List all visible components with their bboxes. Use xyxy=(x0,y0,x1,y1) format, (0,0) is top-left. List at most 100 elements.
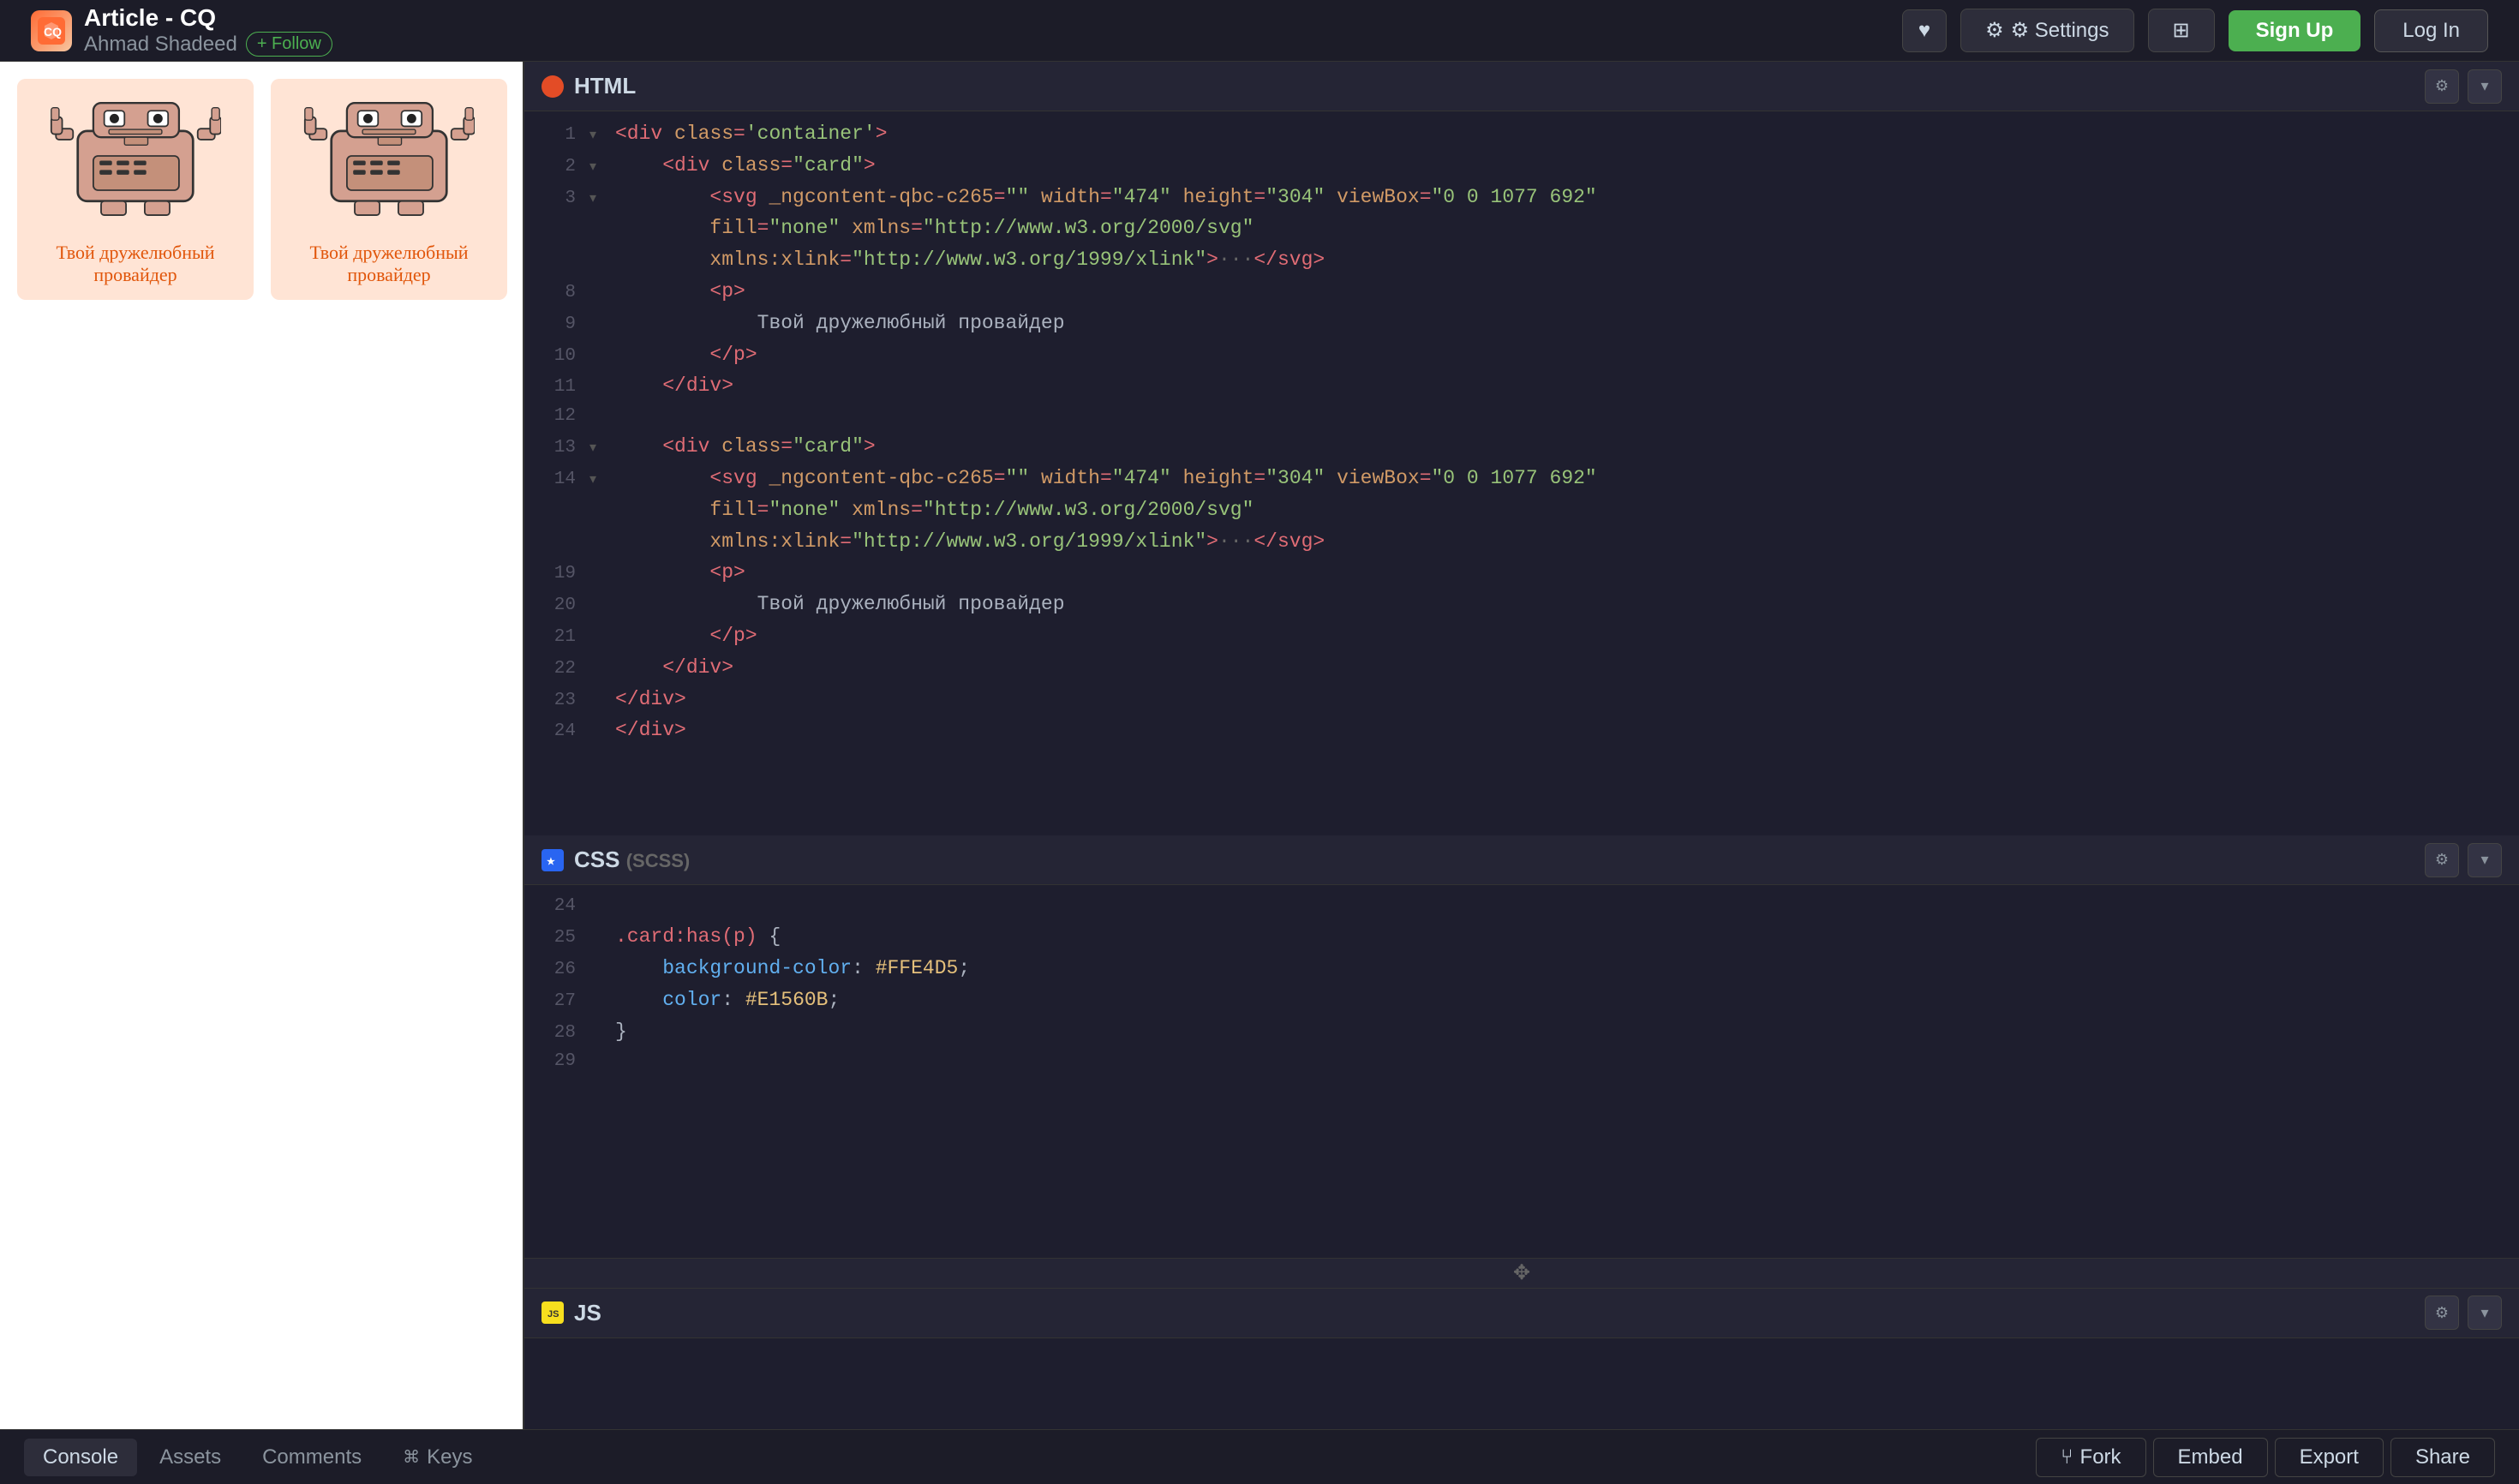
code-line-11: 11 </div> xyxy=(524,370,2519,402)
html-header: HTML ⚙ ▾ xyxy=(524,62,2519,111)
html-title: HTML xyxy=(541,73,636,99)
fork-icon: ⑂ xyxy=(2061,1445,2073,1469)
bottom-bar: Console Assets Comments ⌘ Keys ⑂ Fork Em… xyxy=(0,1429,2519,1484)
code-line-19: 19 <p> xyxy=(524,557,2519,589)
keys-button[interactable]: ⌘ Keys xyxy=(384,1439,491,1476)
logo-icon: CQ xyxy=(31,10,72,51)
comments-button[interactable]: Comments xyxy=(243,1439,380,1476)
code-line-5: xmlns:xlink="http://www.w3.org/1999/xlin… xyxy=(524,244,2519,276)
css-icon: ★ xyxy=(541,849,564,871)
code-line-14: 14 ▾ <svg _ngcontent-qbc-c265="" width="… xyxy=(524,463,2519,494)
html-settings-button[interactable]: ⚙ xyxy=(2425,69,2459,104)
js-title: JS JS xyxy=(541,1300,601,1326)
code-line-1: 1 ▾ <div class='container'> xyxy=(524,118,2519,150)
card-text-1: Твой дружелюбный провайдер xyxy=(17,233,254,300)
main-layout: Твой дружелюбный провайдер xyxy=(0,62,2519,1429)
html-label: HTML xyxy=(574,73,636,99)
code-line-2: 2 ▾ <div class="card"> xyxy=(524,150,2519,182)
card-preview-2: Твой дружелюбный провайдер xyxy=(271,79,507,300)
drag-handle[interactable]: ✥ xyxy=(524,1258,2519,1289)
preview-panel: Твой дружелюбный провайдер xyxy=(0,62,524,1429)
layout-icon: ⊞ xyxy=(2173,18,2190,43)
css-settings-button[interactable]: ⚙ xyxy=(2425,843,2459,877)
svg-text:CQ: CQ xyxy=(44,25,62,39)
svg-text:JS: JS xyxy=(547,1309,559,1319)
card-text-2: Твой дружелюбный провайдер xyxy=(271,233,507,300)
embed-button[interactable]: Embed xyxy=(2153,1438,2268,1477)
svg-text:★: ★ xyxy=(547,857,555,867)
cards-row: Твой дружелюбный провайдер xyxy=(17,79,507,300)
code-line-10: 10 </p> xyxy=(524,339,2519,371)
login-button[interactable]: Log In xyxy=(2374,9,2488,52)
css-line-26: 26 background-color: #FFE4D5; xyxy=(524,953,2519,984)
assets-button[interactable]: Assets xyxy=(141,1439,240,1476)
css-label: CSS (SCSS) xyxy=(574,847,690,873)
code-line-23: 23 </div> xyxy=(524,684,2519,715)
code-line-12: 12 xyxy=(524,402,2519,431)
code-line-13: 13 ▾ <div class="card"> xyxy=(524,431,2519,463)
cmd-key-icon: ⌘ xyxy=(403,1446,420,1468)
code-line-8: 8 <p> xyxy=(524,276,2519,308)
css-line-25: 25 .card:has(p) { xyxy=(524,921,2519,953)
code-line-20: 20 Твой дружелюбный провайдер xyxy=(524,589,2519,620)
js-actions: ⚙ ▾ xyxy=(2425,1296,2502,1330)
css-line-24: 24 xyxy=(524,892,2519,921)
js-header: JS JS ⚙ ▾ xyxy=(524,1289,2519,1338)
css-title: ★ CSS (SCSS) xyxy=(541,847,690,873)
css-line-27: 27 color: #E1560B; xyxy=(524,984,2519,1016)
top-nav: CQ Article - CQ Ahmad Shadeed + Follow ♥… xyxy=(0,0,2519,62)
nav-actions: ♥ ⚙ ⚙ Settings ⊞ Sign Up Log In xyxy=(1902,9,2488,52)
bottom-right: ⑂ Fork Embed Export Share xyxy=(2036,1438,2495,1477)
logo-area: CQ Article - CQ Ahmad Shadeed + Follow xyxy=(31,4,1882,57)
code-line-16: xmlns:xlink="http://www.w3.org/1999/xlin… xyxy=(524,526,2519,558)
code-line-22: 22 </div> xyxy=(524,652,2519,684)
heart-icon: ♥ xyxy=(1918,19,1930,43)
article-author: Ahmad Shadeed + Follow xyxy=(84,32,332,57)
css-expand-button[interactable]: ▾ xyxy=(2468,843,2502,877)
css-code: 24 25 .card:has(p) { 26 background-color… xyxy=(524,885,2519,1258)
code-line-3: 3 ▾ <svg _ngcontent-qbc-c265="" width="4… xyxy=(524,182,2519,213)
follow-button[interactable]: + Follow xyxy=(246,32,332,57)
card-image-2 xyxy=(271,79,507,233)
settings-label: ⚙ Settings xyxy=(2011,18,2109,43)
css-line-29: 29 xyxy=(524,1047,2519,1076)
gear-icon: ⚙ xyxy=(1985,18,2004,43)
signup-button[interactable]: Sign Up xyxy=(2229,10,2361,51)
fork-button[interactable]: ⑂ Fork xyxy=(2036,1438,2145,1477)
js-icon: JS xyxy=(541,1301,564,1324)
layout-button[interactable]: ⊞ xyxy=(2148,9,2215,52)
css-line-28: 28 } xyxy=(524,1016,2519,1048)
js-label: JS xyxy=(574,1300,601,1326)
keys-label: Keys xyxy=(427,1445,472,1469)
code-line-9: 9 Твой дружелюбный провайдер xyxy=(524,308,2519,339)
article-info: Article - CQ Ahmad Shadeed + Follow xyxy=(84,4,332,57)
card-image-1 xyxy=(17,79,254,233)
console-button[interactable]: Console xyxy=(24,1439,137,1476)
js-section: JS JS ⚙ ▾ xyxy=(524,1289,2519,1429)
article-title: Article - CQ xyxy=(84,4,332,32)
html-section: HTML ⚙ ▾ 1 ▾ <div class='container'> 2 ▾… xyxy=(524,62,2519,835)
code-line-15: fill="none" xmlns="http://www.w3.org/200… xyxy=(524,494,2519,526)
fork-label: Fork xyxy=(2080,1445,2121,1469)
css-subtitle: (SCSS) xyxy=(626,850,691,871)
code-panel: HTML ⚙ ▾ 1 ▾ <div class='container'> 2 ▾… xyxy=(524,62,2519,1429)
drag-icon: ✥ xyxy=(1513,1260,1530,1285)
bottom-left: Console Assets Comments ⌘ Keys xyxy=(24,1439,491,1476)
code-line-24: 24 </div> xyxy=(524,715,2519,746)
code-line-21: 21 </p> xyxy=(524,620,2519,652)
share-button[interactable]: Share xyxy=(2390,1438,2495,1477)
export-button[interactable]: Export xyxy=(2275,1438,2384,1477)
css-header: ★ CSS (SCSS) ⚙ ▾ xyxy=(524,835,2519,885)
heart-button[interactable]: ♥ xyxy=(1902,9,1947,52)
html-code: 1 ▾ <div class='container'> 2 ▾ <div cla… xyxy=(524,111,2519,835)
settings-button[interactable]: ⚙ ⚙ Settings xyxy=(1960,9,2133,52)
css-section: ★ CSS (SCSS) ⚙ ▾ 24 25 .card xyxy=(524,835,2519,1258)
css-actions: ⚙ ▾ xyxy=(2425,843,2502,877)
author-name: Ahmad Shadeed xyxy=(84,33,237,57)
html-expand-button[interactable]: ▾ xyxy=(2468,69,2502,104)
html-icon xyxy=(541,75,564,98)
js-settings-button[interactable]: ⚙ xyxy=(2425,1296,2459,1330)
card-preview-1: Твой дружелюбный провайдер xyxy=(17,79,254,300)
js-expand-button[interactable]: ▾ xyxy=(2468,1296,2502,1330)
html-actions: ⚙ ▾ xyxy=(2425,69,2502,104)
